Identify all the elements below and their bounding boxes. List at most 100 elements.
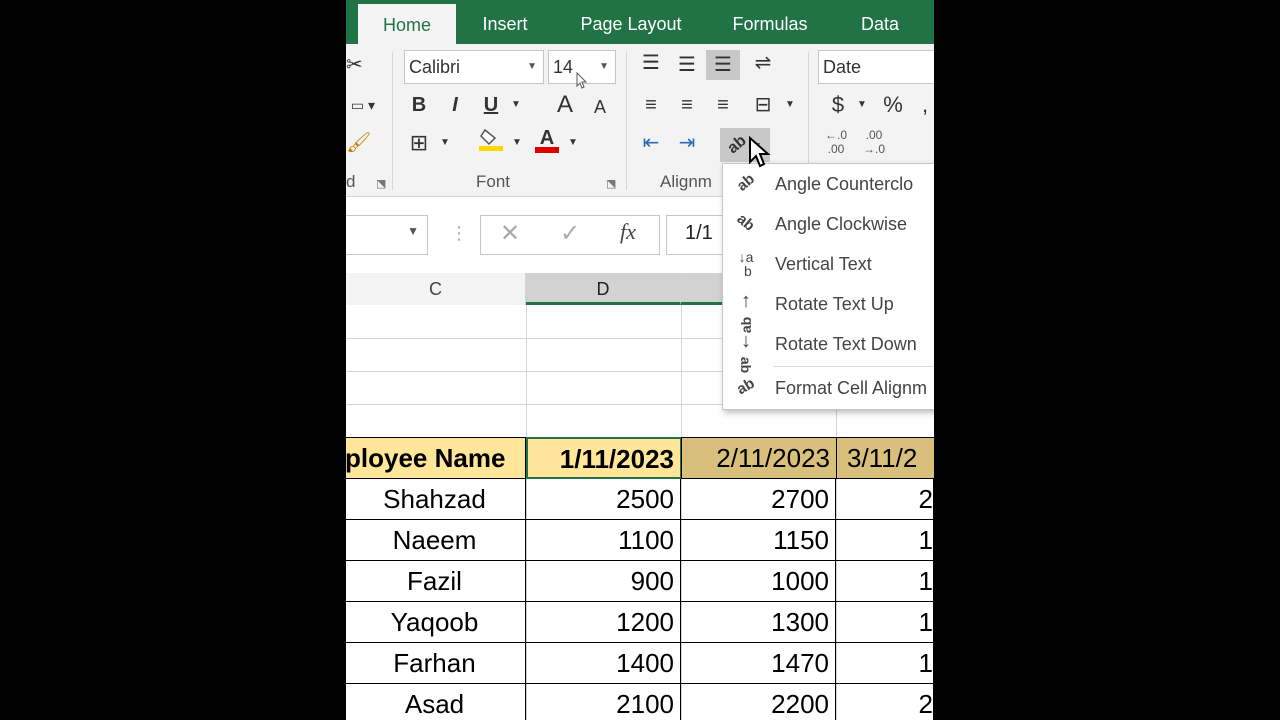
copy-icon[interactable]: ▭ ▾	[346, 90, 380, 120]
italic-button[interactable]: I	[442, 90, 468, 120]
insert-function-icon[interactable]: fx	[620, 219, 636, 245]
number-format-box[interactable]: Date	[818, 50, 934, 84]
tab-home[interactable]: Home	[358, 4, 456, 44]
font-name-box[interactable]: Calibri ▼	[404, 50, 544, 84]
value-cell[interactable]: 1400	[526, 643, 681, 684]
group-divider	[392, 52, 393, 190]
comma-style-icon[interactable]: ,	[918, 90, 932, 120]
font-launcher-icon[interactable]: ⬔	[606, 177, 616, 190]
menu-item-rotate-text-down[interactable]: ↓ab Rotate Text Down	[723, 326, 934, 373]
menu-item-format-cell-alignment[interactable]: ab Format Cell Alignm	[723, 370, 934, 408]
value-cell[interactable]: 1	[836, 602, 934, 643]
chevron-down-icon[interactable]: ▼	[510, 128, 524, 158]
header-cell-name[interactable]: ployee Name	[346, 437, 526, 479]
chevron-down-icon[interactable]: ▼	[438, 128, 452, 158]
value-cell[interactable]: 2200	[681, 684, 836, 720]
align-bottom-icon[interactable]: ☰	[706, 50, 740, 80]
decrease-decimal-icon[interactable]: .00 →.0	[858, 128, 890, 156]
menu-item-vertical-text[interactable]: ↓a b Vertical Text	[723, 246, 934, 284]
clipboard-launcher-icon[interactable]: ⬔	[376, 177, 386, 190]
font-color-icon: A	[535, 127, 559, 153]
vertical-text-icon: ↓a b	[738, 249, 754, 279]
fill-color-button[interactable]	[478, 126, 504, 161]
value-cell[interactable]: 900	[526, 561, 681, 602]
font-size-value: 14	[553, 57, 574, 77]
chevron-down-icon: ▼	[407, 224, 419, 238]
menu-separator	[773, 366, 934, 367]
employee-name-cell[interactable]: Fazil	[346, 561, 526, 602]
employee-name-cell[interactable]: Yaqoob	[346, 602, 526, 643]
header-cell-date3[interactable]: 3/11/2	[836, 437, 934, 479]
employee-name-cell[interactable]: Naeem	[346, 520, 526, 561]
tab-page-layout[interactable]: Page Layout	[566, 0, 696, 44]
font-name-value: Calibri	[409, 57, 461, 77]
more-options-icon: ⋮	[450, 223, 468, 243]
angle-clockwise-icon: ab	[733, 210, 759, 235]
cancel-icon[interactable]: ✕	[500, 219, 520, 248]
column-header-c[interactable]: C	[346, 273, 526, 305]
menu-item-angle-clockwise[interactable]: ab Angle Clockwise	[723, 206, 934, 244]
percent-button[interactable]: %	[878, 90, 908, 120]
formula-content: 1/1	[685, 222, 713, 244]
ribbon-tab-bar: Home Insert Page Layout Formulas Data	[346, 0, 934, 44]
value-cell[interactable]: 1200	[526, 602, 681, 643]
value-cell[interactable]: 2100	[526, 684, 681, 720]
chevron-down-icon[interactable]: ▼	[506, 90, 526, 120]
increase-indent-icon[interactable]: ⇥	[672, 128, 702, 158]
value-cell[interactable]: 1470	[681, 643, 836, 684]
header-cell-date1[interactable]: 1/11/2023	[526, 437, 682, 479]
format-painter-icon[interactable]: 🖌	[346, 128, 371, 158]
font-color-button[interactable]: A	[534, 126, 560, 163]
align-top-icon[interactable]: ☰	[636, 48, 666, 78]
menu-item-rotate-text-up[interactable]: ↑ab Rotate Text Up	[723, 286, 934, 333]
bold-button[interactable]: B	[406, 90, 432, 120]
clipboard-group-label: d	[346, 172, 356, 191]
tab-insert[interactable]: Insert	[468, 0, 542, 44]
value-cell[interactable]: 2	[836, 684, 934, 720]
chevron-down-icon: ▼	[527, 61, 537, 72]
increase-decimal-icon[interactable]: ←.0.00	[820, 128, 852, 156]
merge-center-icon[interactable]: ⊟	[748, 90, 778, 120]
svg-text:A: A	[540, 127, 554, 149]
group-divider	[626, 52, 627, 190]
chevron-down-icon[interactable]: ▼	[854, 90, 870, 120]
chevron-down-icon: ▼	[599, 61, 609, 72]
value-cell[interactable]: 1	[836, 643, 934, 684]
cut-icon[interactable]: ✂	[346, 50, 363, 80]
value-cell[interactable]: 1	[836, 561, 934, 602]
employee-name-cell[interactable]: Shahzad	[346, 479, 526, 520]
font-group-label: Font	[476, 172, 511, 191]
currency-button[interactable]: $	[826, 90, 850, 120]
tab-formulas[interactable]: Formulas	[720, 0, 820, 44]
align-right-icon[interactable]: ≡	[708, 90, 738, 120]
enter-icon[interactable]: ✓	[560, 219, 580, 248]
value-cell[interactable]: 1	[836, 520, 934, 561]
number-format-value: Date	[823, 57, 862, 77]
shrink-font-button[interactable]: A	[588, 92, 612, 122]
borders-icon[interactable]: ⊞	[406, 128, 432, 158]
fill-color-icon	[479, 128, 503, 151]
tab-data[interactable]: Data	[846, 0, 914, 44]
underline-button[interactable]: U	[478, 90, 504, 120]
column-header-d[interactable]: D	[526, 273, 681, 305]
employee-name-cell[interactable]: Farhan	[346, 643, 526, 684]
chevron-down-icon[interactable]: ▼	[566, 128, 580, 158]
value-cell[interactable]: 1150	[681, 520, 836, 561]
value-cell[interactable]: 1300	[681, 602, 836, 643]
value-cell[interactable]: 2500	[526, 479, 681, 520]
value-cell[interactable]: 1000	[681, 561, 836, 602]
align-center-icon[interactable]: ≡	[672, 90, 702, 120]
value-cell[interactable]: 1100	[526, 520, 681, 561]
employee-name-cell[interactable]: Asad	[346, 684, 526, 720]
align-middle-icon[interactable]: ☰	[672, 50, 702, 80]
align-left-icon[interactable]: ≡	[636, 90, 666, 120]
value-cell[interactable]: 2	[836, 479, 934, 520]
header-cell-date2[interactable]: 2/11/2023	[681, 437, 837, 479]
chevron-down-icon[interactable]: ▼	[782, 90, 798, 120]
wrap-text-icon[interactable]: ⇌	[748, 48, 778, 78]
decrease-indent-icon[interactable]: ⇤	[636, 128, 666, 158]
menu-item-angle-counterclockwise[interactable]: ab Angle Counterclo	[723, 166, 934, 204]
name-box[interactable]: ▼	[346, 215, 428, 255]
grow-font-button[interactable]: A	[552, 90, 578, 120]
value-cell[interactable]: 2700	[681, 479, 836, 520]
